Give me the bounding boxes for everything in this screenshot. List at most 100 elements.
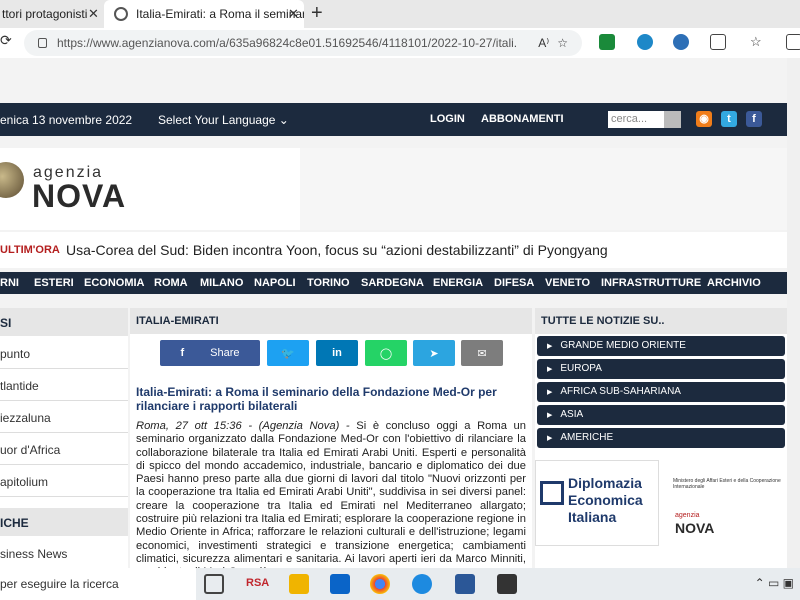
- extension-icon[interactable]: [673, 34, 689, 50]
- logo-text[interactable]: NOVA: [32, 178, 126, 215]
- file-explorer-icon[interactable]: [289, 574, 309, 594]
- whatsapp-share-button[interactable]: ◯: [365, 340, 407, 366]
- browser-tab-strip: ttori protagonisti ✕ Italia-Emirati: a R…: [0, 0, 800, 28]
- address-bar[interactable]: https://www.agenzianova.com/a/635a96824c…: [24, 30, 582, 56]
- abbonamenti-link[interactable]: ABBONAMENTI: [481, 113, 564, 125]
- read-aloud-icon[interactable]: A⁾: [538, 36, 549, 50]
- rsa-icon[interactable]: RSA: [246, 577, 269, 589]
- facebook-share-button[interactable]: f Share: [160, 340, 260, 366]
- menu-item-torino[interactable]: TORINO: [307, 277, 350, 289]
- refresh-icon[interactable]: ⟳: [0, 32, 12, 49]
- menu-item[interactable]: RNI: [0, 277, 19, 289]
- favorites-icon[interactable]: ☆: [750, 34, 766, 50]
- sidebar-item[interactable]: tlantide: [0, 371, 128, 401]
- topic-item[interactable]: ▶ EUROPA: [537, 359, 785, 379]
- scrollbar[interactable]: [787, 58, 800, 568]
- left-sidebar: SI punto tlantide iezzaluna uor d'Africa…: [0, 308, 128, 568]
- section-heading: ITALIA-EMIRATI: [130, 308, 532, 334]
- collections-icon[interactable]: [786, 34, 800, 50]
- article-column: ITALIA-EMIRATI f Share 🐦 in ◯ ➤ ✉ Italia…: [130, 308, 532, 568]
- arrow-right-icon: ▶: [547, 343, 553, 350]
- web-page: enica 13 novembre 2022 Select Your Langu…: [0, 58, 800, 568]
- facebook-icon: f: [180, 347, 185, 359]
- menu-item-veneto[interactable]: VENETO: [545, 277, 590, 289]
- email-share-button[interactable]: ✉: [461, 340, 503, 366]
- topic-label: EUROPA: [560, 363, 602, 374]
- topic-label: AMERICHE: [560, 432, 614, 443]
- menu-item-esteri[interactable]: ESTERI: [34, 277, 74, 289]
- topic-label: GRANDE MEDIO ORIENTE: [560, 340, 686, 351]
- twitter-share-button[interactable]: 🐦: [267, 340, 309, 366]
- outlook-icon[interactable]: [330, 574, 350, 594]
- rss-icon[interactable]: ◉: [696, 111, 712, 127]
- twitter-icon: 🐦: [281, 347, 295, 360]
- topic-item[interactable]: ▶ AMERICHE: [537, 428, 785, 448]
- menu-item-archivio[interactable]: ARCHIVIO: [707, 277, 761, 289]
- topic-item[interactable]: ▶ ASIA: [537, 405, 785, 425]
- linkedin-share-button[interactable]: in: [316, 340, 358, 366]
- banner-nova-logo: NOVA: [675, 520, 715, 536]
- browser-tab-active[interactable]: Italia-Emirati: a Roma il seminario: [104, 0, 304, 28]
- sidebar-item[interactable]: uor d'Africa: [0, 435, 128, 465]
- edge-icon[interactable]: [412, 574, 432, 594]
- tab-title: ttori protagonisti: [2, 7, 88, 21]
- taskbar-search[interactable]: per eseguire la ricerca: [0, 568, 196, 600]
- banner-line: Economica: [568, 492, 643, 508]
- whatsapp-icon: ◯: [379, 347, 393, 360]
- breaking-headline[interactable]: Usa-Corea del Sud: Biden incontra Yoon, …: [66, 242, 608, 258]
- menu-item-infrastrutture[interactable]: INFRASTRUTTURE: [601, 277, 701, 289]
- diplomazia-logo: Diplomazia Economica Italiana: [535, 460, 659, 546]
- close-icon[interactable]: ✕: [88, 6, 99, 22]
- article-body: Roma, 27 ott 15:36 - (Agenzia Nova) - Si…: [136, 420, 526, 568]
- search-input[interactable]: cerca...: [608, 111, 664, 128]
- right-sidebar: TUTTE LE NOTIZIE SU.. ▶ GRANDE MEDIO ORIE…: [535, 308, 787, 568]
- chrome-icon[interactable]: [370, 574, 390, 594]
- language-select[interactable]: Select Your Language ⌄: [158, 113, 289, 127]
- topic-item[interactable]: ▶ AFRICA SUB-SAHARIANA: [537, 382, 785, 402]
- sidebar-heading: ICHE: [0, 508, 128, 536]
- sidebar-item[interactable]: iezzaluna: [0, 403, 128, 433]
- address-row: ⟳ https://www.agenzianova.com/a/635a9682…: [0, 28, 800, 58]
- favorite-icon[interactable]: ☆: [557, 36, 568, 50]
- menu-item-sardegna[interactable]: SARDEGNA: [361, 277, 424, 289]
- windows-taskbar: per eseguire la ricerca RSA ⌃ ▭ ▣: [0, 568, 800, 600]
- search-icon[interactable]: [664, 111, 681, 128]
- task-view-icon[interactable]: [204, 574, 224, 594]
- globe-icon: [114, 7, 128, 21]
- sidebar-item[interactable]: apitolium: [0, 467, 128, 497]
- chevron-down-icon: ⌄: [278, 113, 289, 127]
- sidebar-item[interactable]: siness News: [0, 539, 128, 568]
- topic-item[interactable]: ▶ GRANDE MEDIO ORIENTE: [537, 336, 785, 356]
- word-icon[interactable]: [455, 574, 475, 594]
- tray-icons[interactable]: ⌃ ▭ ▣: [755, 576, 794, 590]
- puzzle-icon[interactable]: [710, 34, 726, 50]
- app-icon[interactable]: [497, 574, 517, 594]
- arrow-right-icon: ▶: [547, 366, 553, 373]
- article-text: Si è concluso oggi a Roma un seminario o…: [136, 420, 526, 568]
- diplomazia-banner[interactable]: Diplomazia Economica Italiana Ministero …: [535, 460, 787, 568]
- twitter-icon[interactable]: t: [721, 111, 737, 127]
- new-tab-icon[interactable]: +: [311, 2, 323, 25]
- menu-item-roma[interactable]: ROMA: [154, 277, 188, 289]
- shield-icon[interactable]: [637, 34, 653, 50]
- telegram-share-button[interactable]: ➤: [413, 340, 455, 366]
- topics-heading: TUTTE LE NOTIZIE SU..: [535, 308, 787, 334]
- menu-item-energia[interactable]: ENERGIA: [433, 277, 483, 289]
- login-link[interactable]: LOGIN: [430, 113, 465, 125]
- menu-item-difesa[interactable]: DIFESA: [494, 277, 534, 289]
- close-icon[interactable]: ✕: [288, 6, 299, 22]
- ministry-label: Ministero degli Affari Esteri e della Co…: [673, 478, 781, 490]
- sidebar-heading: SI: [0, 308, 128, 336]
- topic-label: ASIA: [560, 409, 584, 420]
- banner-line: Diplomazia: [568, 475, 642, 491]
- topic-label: AFRICA SUB-SAHARIANA: [560, 386, 681, 397]
- menu-item-milano[interactable]: MILANO: [200, 277, 243, 289]
- menu-item-economia[interactable]: ECONOMIA: [84, 277, 145, 289]
- menu-item-napoli[interactable]: NAPOLI: [254, 277, 296, 289]
- facebook-icon[interactable]: f: [746, 111, 762, 127]
- extension-icon[interactable]: [599, 34, 615, 50]
- linkedin-icon: in: [332, 347, 342, 359]
- lock-icon: [38, 38, 47, 48]
- sidebar-item[interactable]: punto: [0, 339, 128, 369]
- arrow-right-icon: ▶: [547, 412, 553, 419]
